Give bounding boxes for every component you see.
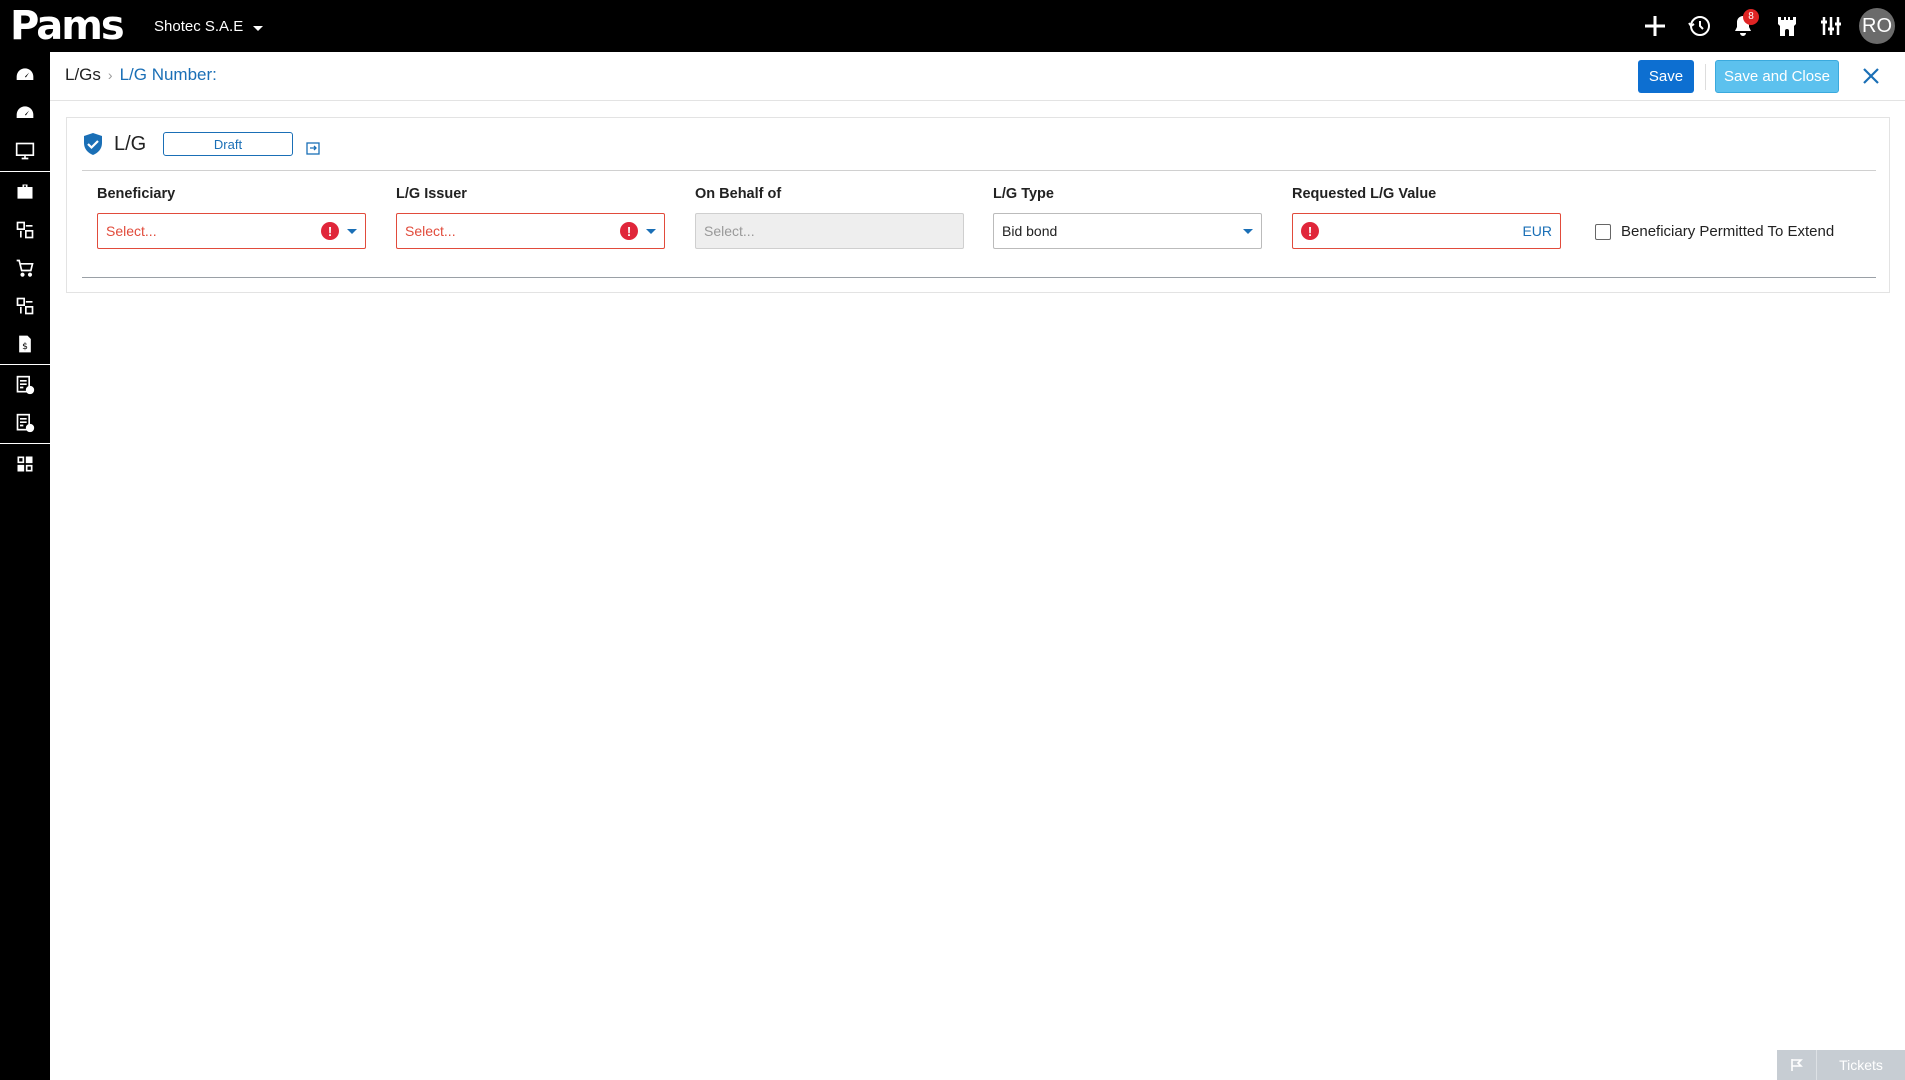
- requested-value-input[interactable]: ! EUR: [1292, 213, 1561, 249]
- tickets-button[interactable]: Tickets: [1777, 1050, 1905, 1080]
- requested-value-field: Requested L/G Value ! EUR: [1292, 183, 1561, 249]
- dashboard-gauge-icon-2[interactable]: [0, 94, 50, 132]
- sidebar-divider-2: [0, 364, 50, 365]
- issuer-select[interactable]: Select... !: [396, 213, 665, 249]
- issuer-placeholder: Select...: [405, 223, 456, 239]
- grid-layout-icon[interactable]: [0, 445, 50, 483]
- sliders-icon[interactable]: [1809, 0, 1853, 52]
- top-bar: Pams Shotec S.A.E 8 RO: [0, 0, 1905, 52]
- lg-card: L/G Draft Beneficiary Select... ! L/G Is…: [66, 117, 1890, 293]
- notification-badge: 8: [1743, 9, 1759, 25]
- beneficiary-permitted-extend[interactable]: Beneficiary Permitted To Extend: [1595, 223, 1834, 240]
- beneficiary-placeholder: Select...: [106, 223, 157, 239]
- company-selector[interactable]: Shotec S.A.E: [154, 0, 264, 52]
- company-name: Shotec S.A.E: [154, 17, 244, 35]
- add-icon[interactable]: [1633, 0, 1677, 52]
- left-sidebar: $: [0, 52, 50, 1080]
- chevron-down-icon: [347, 228, 357, 234]
- save-button[interactable]: Save: [1638, 60, 1694, 93]
- modules-icon-2[interactable]: [0, 287, 50, 325]
- top-actions: 8 RO: [1633, 0, 1905, 52]
- on-behalf-label: On Behalf of: [695, 186, 782, 202]
- requested-value-label: Requested L/G Value: [1292, 186, 1437, 202]
- type-select[interactable]: Bid bond: [993, 213, 1262, 249]
- error-icon: !: [620, 222, 638, 240]
- monitor-icon[interactable]: [0, 132, 50, 170]
- card-bottom-divider: [82, 277, 1876, 278]
- type-label: L/G Type: [993, 186, 1054, 202]
- extend-checkbox[interactable]: [1595, 223, 1611, 240]
- sidebar-divider-3: [0, 443, 50, 444]
- beneficiary-label: Beneficiary: [97, 186, 176, 202]
- on-behalf-field: On Behalf of Select...: [695, 183, 964, 249]
- breadcrumb: L/Gs › L/G Number:: [65, 65, 217, 85]
- chevron-down-icon: [1243, 228, 1253, 234]
- card-divider: [82, 170, 1876, 171]
- breadcrumb-root[interactable]: L/Gs: [65, 65, 101, 85]
- error-icon: !: [321, 222, 339, 240]
- bell-icon[interactable]: 8: [1721, 0, 1765, 52]
- type-field: L/G Type Bid bond: [993, 183, 1262, 249]
- avatar[interactable]: RO: [1859, 8, 1895, 44]
- castle-icon[interactable]: [1765, 0, 1809, 52]
- card-title-text: L/G: [114, 132, 147, 155]
- svg-text:$: $: [22, 341, 28, 352]
- chevron-down-icon: [646, 228, 656, 234]
- briefcase-icon[interactable]: [0, 173, 50, 211]
- checklist-approved-icon[interactable]: [0, 366, 50, 404]
- cart-icon[interactable]: [0, 249, 50, 287]
- money-document-icon[interactable]: $: [0, 325, 50, 363]
- issuer-field: L/G Issuer Select... !: [396, 183, 665, 249]
- header-divider: [1705, 64, 1706, 90]
- checklist-rejected-icon[interactable]: [0, 404, 50, 442]
- type-value: Bid bond: [1002, 223, 1058, 239]
- beneficiary-field: Beneficiary Select... !: [97, 183, 366, 249]
- on-behalf-placeholder: Select...: [704, 223, 755, 239]
- extend-checkbox-label: Beneficiary Permitted To Extend: [1621, 223, 1835, 240]
- beneficiary-select[interactable]: Select... !: [97, 213, 366, 249]
- modules-icon[interactable]: [0, 211, 50, 249]
- dashboard-gauge-icon[interactable]: [0, 56, 50, 94]
- breadcrumb-current: L/G Number:: [119, 65, 217, 84]
- status-badge: Draft: [163, 132, 293, 156]
- on-behalf-select: Select...: [695, 213, 964, 249]
- currency-suffix[interactable]: EUR: [1522, 223, 1552, 239]
- issuer-label: L/G Issuer: [396, 186, 467, 202]
- sidebar-divider: [0, 171, 50, 172]
- history-clock-icon[interactable]: [1677, 0, 1721, 52]
- shield-check-icon: [84, 133, 102, 155]
- card-title: L/G: [82, 132, 146, 156]
- document-icon[interactable]: [305, 140, 321, 161]
- flag-icon: [1777, 1050, 1817, 1080]
- error-icon: !: [1301, 222, 1319, 240]
- app-logo[interactable]: Pams: [10, 3, 125, 49]
- tickets-label: Tickets: [1839, 1057, 1883, 1073]
- save-and-close-button[interactable]: Save and Close: [1715, 60, 1839, 93]
- chevron-right-icon: ›: [107, 67, 113, 83]
- logo-text: Pams: [10, 3, 125, 49]
- close-icon[interactable]: [1857, 62, 1885, 90]
- chevron-down-icon: [253, 25, 264, 31]
- page-header: L/Gs › L/G Number: Save Save and Close: [50, 52, 1905, 101]
